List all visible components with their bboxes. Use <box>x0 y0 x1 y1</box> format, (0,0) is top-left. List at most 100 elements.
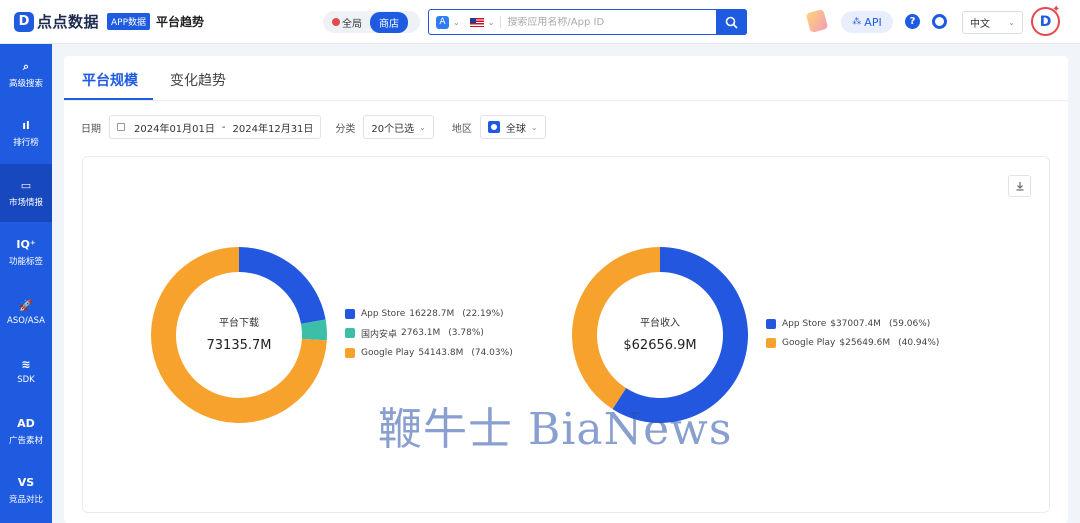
sidebar-item-6[interactable]: ≋ SDK <box>0 343 52 401</box>
chevron-down-icon[interactable]: ⌄ <box>488 18 495 27</box>
legend-swatch <box>345 347 355 358</box>
legend-value: $37007.4M <box>830 318 881 329</box>
sidebar: ⌕ 高级搜索 ıl 排行榜 ▭ 市场情报 IQ⁺ 功能标签 🚀 ASO/ASA ≋ SDK AD 广告素材… <box>0 44 52 523</box>
logo[interactable]: D 点点数据 <box>14 11 99 32</box>
gift-icon[interactable] <box>805 9 829 33</box>
search-icon: ⌕ <box>22 59 30 73</box>
sidebar-item-1[interactable]: ⌕ 高级搜索 <box>0 45 52 103</box>
legend-item[interactable]: App Store 16228.7M (22.19%) <box>345 304 513 324</box>
globe-icon <box>487 121 500 133</box>
sidebar-item-label: 功能标签 <box>8 257 43 267</box>
scope-store-option[interactable]: 商店 <box>370 11 408 33</box>
date-start: 2024年01月01日 <box>134 123 215 135</box>
revenue-center: 平台收入 $62656.9M <box>610 314 710 353</box>
iq-icon: IQ⁺ <box>16 238 36 251</box>
monitor-icon: ▭ <box>20 178 32 192</box>
tab-bar: 平台规模 变化趋势 <box>64 56 1068 101</box>
api-button[interactable]: ⁂ API <box>841 11 893 33</box>
notification-icon[interactable] <box>932 14 947 29</box>
region-label: 地区 <box>451 123 472 135</box>
tab-trend[interactable]: 变化趋势 <box>170 70 226 90</box>
download-icon <box>1016 182 1023 191</box>
legend-item[interactable]: Google Play $25649.6M (40.94%) <box>766 334 939 354</box>
region-value: 全球 <box>505 123 526 135</box>
sidebar-item-label: SDK <box>17 375 35 385</box>
downloads-total: 73135.7M <box>206 338 272 353</box>
chart-card: 平台下载 73135.7M App Store 16228.7M (22.19%) 国… <box>82 156 1050 513</box>
tab-platform-scale[interactable]: 平台规模 <box>82 70 138 90</box>
region-select[interactable]: 全球 ⌄ <box>479 115 546 139</box>
date-range-picker[interactable]: 2024年01月01日 - 2024年12月31日 <box>109 115 322 139</box>
help-icon[interactable]: ? <box>905 14 920 29</box>
sidebar-item-label: 高级搜索 <box>8 78 43 89</box>
sidebar-item-2[interactable]: ıl 排行榜 <box>0 105 52 163</box>
category-select[interactable]: 20个已选 ⌄ <box>363 115 434 139</box>
legend-name: Google Play <box>782 338 836 349</box>
language-value: 中文 <box>970 19 990 30</box>
donut-slice-app-store[interactable] <box>239 247 326 324</box>
legend-value: 2763.1M <box>401 328 441 339</box>
app-data-badge: APP数据 <box>107 13 151 30</box>
scope-global-label: 全局 <box>342 18 362 30</box>
sidebar-item-3[interactable]: ▭ 市场情报 <box>0 164 52 222</box>
sidebar-item-label: ASO/ASA <box>7 315 45 326</box>
sidebar-item-label: 排行榜 <box>13 138 39 148</box>
top-bar: D 点点数据 APP数据 平台趋势 全局 商店 A ⌄ ⌄ ⁂ API ? 中文… <box>0 0 1080 44</box>
legend-swatch <box>345 328 355 339</box>
legend-percent: (74.03%) <box>471 347 513 358</box>
date-separator: - <box>221 121 226 133</box>
chevron-down-icon[interactable]: ⌄ <box>453 18 460 27</box>
sidebar-item-8[interactable]: VS 竞品对比 <box>0 462 52 520</box>
search-button[interactable] <box>716 9 747 35</box>
legend-name: 国内安卓 <box>361 329 398 340</box>
legend-percent: (59.06%) <box>888 318 931 329</box>
legend-value: 54143.8M <box>418 347 464 358</box>
scope-global-option[interactable]: 全局 <box>323 15 370 30</box>
revenue-title: 平台收入 <box>640 318 680 329</box>
sidebar-item-4[interactable]: IQ⁺ 功能标签 <box>0 224 52 282</box>
watermark: 鞭牛士 BiaNews <box>378 404 733 455</box>
chevron-down-icon: ⌄ <box>1008 18 1015 27</box>
tab-active-indicator <box>64 98 153 100</box>
rocket-icon: 🚀 <box>19 298 33 312</box>
sidebar-item-7[interactable]: AD 广告素材 <box>0 402 52 460</box>
layers-icon: ≋ <box>21 358 31 371</box>
filter-bar: 日期 2024年01月01日 - 2024年12月31日 分类 20个已选 ⌄ … <box>81 115 560 139</box>
api-label: API <box>864 15 882 29</box>
legend-item[interactable]: 国内安卓 2763.1M (3.78%) <box>345 324 513 344</box>
search-bar: A ⌄ ⌄ <box>428 9 747 35</box>
bar-chart-icon: ıl <box>22 119 30 132</box>
legend-item[interactable]: Google Play 54143.8M (74.03%) <box>345 343 513 363</box>
legend-name: Google Play <box>361 347 415 358</box>
us-flag-icon[interactable] <box>469 17 484 27</box>
date-label: 日期 <box>81 123 101 135</box>
downloads-title: 平台下载 <box>219 318 259 329</box>
search-icon <box>725 16 738 29</box>
legend-percent: (3.78%) <box>448 328 484 339</box>
revenue-legend: App Store $37007.4M (59.06%) Google Play $25… <box>766 314 939 353</box>
app-store-icon[interactable]: A <box>436 15 449 29</box>
download-button[interactable] <box>1008 175 1031 197</box>
page-title: 平台趋势 <box>156 15 205 29</box>
chevron-down-icon: ⌄ <box>419 122 426 132</box>
legend-swatch <box>766 338 776 349</box>
category-value: 20个已选 <box>371 123 415 135</box>
divider <box>500 16 502 28</box>
revenue-total: $62656.9M <box>623 338 697 353</box>
legend-name: App Store <box>782 318 827 329</box>
scope-toggle: 全局 商店 <box>323 11 420 33</box>
legend-value: $25649.6M <box>839 338 891 349</box>
downloads-legend: App Store 16228.7M (22.19%) 国内安卓 2763.1M (3.7… <box>345 304 513 363</box>
legend-value: 16228.7M <box>409 308 455 319</box>
api-icon: ⁂ <box>852 17 862 27</box>
legend-item[interactable]: App Store $37007.4M (59.06%) <box>766 314 939 334</box>
vs-icon: VS <box>17 476 35 489</box>
legend-percent: (40.94%) <box>898 338 940 349</box>
global-dot-icon <box>332 18 340 26</box>
search-input[interactable] <box>507 16 708 28</box>
sidebar-item-5[interactable]: 🚀 ASO/ASA <box>0 283 52 341</box>
language-select[interactable]: 中文 ⌄ <box>962 11 1023 34</box>
calendar-icon <box>117 123 125 131</box>
legend-percent: (22.19%) <box>462 308 504 319</box>
sidebar-item-label: 广告素材 <box>8 435 43 446</box>
